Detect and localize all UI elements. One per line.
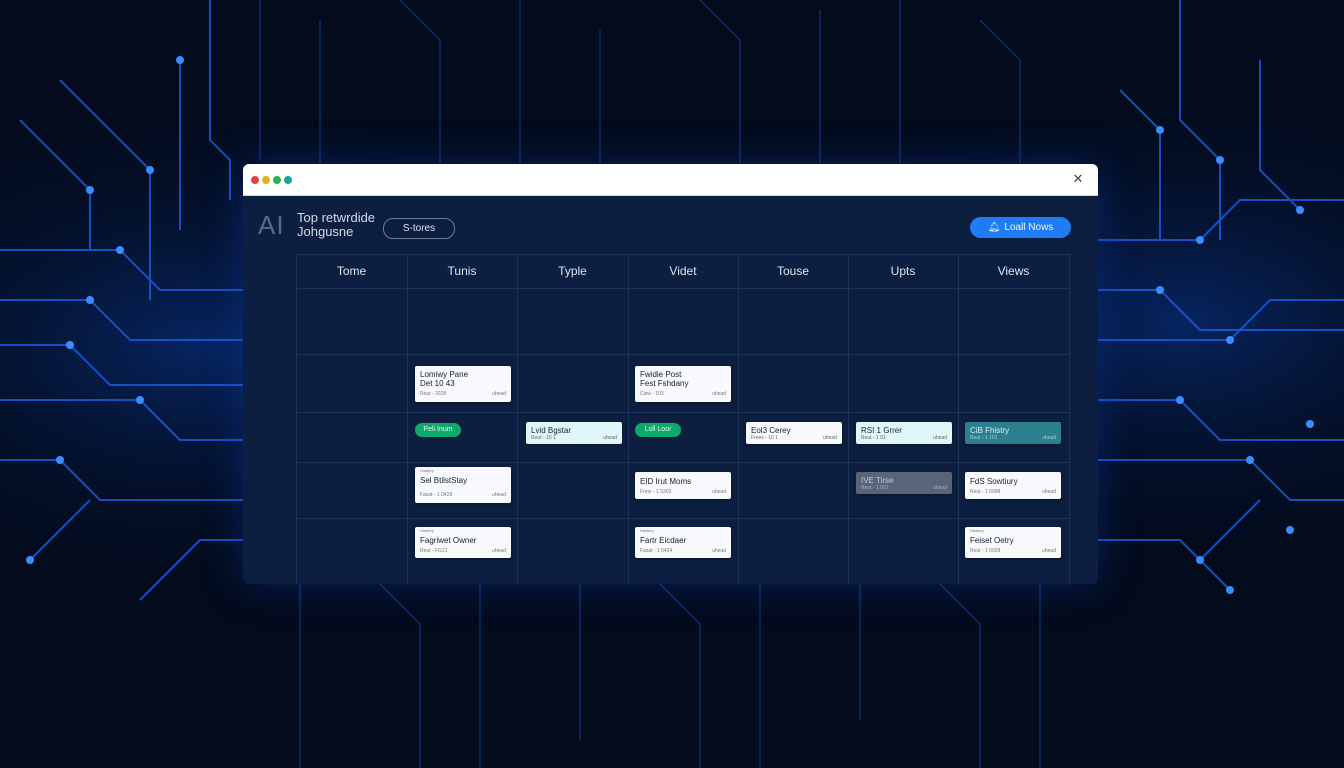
column-header-videt[interactable]: Videt (628, 254, 738, 288)
bell-icon: 🔔︎ (987, 222, 1001, 233)
chip-meta: Frees - 10 1 (751, 435, 778, 441)
schedule-grid: Tome Tunis Typle Videt Touse Upts Views … (243, 254, 1098, 584)
card-subtitle: Fest Fshdany (640, 379, 689, 388)
card-meta: Fasat - 1 0428 (420, 492, 453, 498)
card-meta: Reut - FG21 (420, 548, 448, 554)
event-card[interactable]: Fwidie Post Fest Fshdany Cisw - 103 uhea… (635, 366, 731, 402)
card-meta-right: uhead (492, 492, 506, 498)
page-title-line1: Top retwrdide (297, 210, 376, 225)
grid-divider (296, 288, 1070, 289)
chip-meta-right: uhead (933, 435, 947, 441)
app-window: ✕ AI Top retwrdide Johgusne S-tores 🔔︎ Lo… (243, 164, 1098, 584)
grid-divider (1069, 254, 1070, 584)
event-card[interactable]: Hastery Feiset Oetry Reut - 1 6028 uhead (965, 527, 1061, 558)
card-meta: Reut - 2028 (420, 391, 447, 397)
chip-title: RSI 1 Grrer (861, 426, 902, 435)
grid-divider (296, 462, 1070, 463)
column-header-typle[interactable]: Typle (517, 254, 628, 288)
card-tag: Hastery (970, 528, 984, 533)
card-meta: Fresr - 1 5303 (640, 489, 672, 495)
card-title: Lomiwy Pane (420, 370, 469, 379)
event-card[interactable]: Lomiwy Pane Det 10 43 Reut - 2028 uhead (415, 366, 511, 402)
chip-title: CiB Fhistry (970, 426, 1010, 435)
grid-divider (848, 254, 849, 584)
chip-meta-right: uhead (603, 435, 617, 441)
window-dot-red[interactable] (251, 176, 259, 184)
chip-meta: Reut - 1 01 (861, 435, 886, 441)
grid-divider (628, 254, 629, 584)
logo: AI (258, 210, 285, 240)
chip-title: Lvid Bgstar (531, 426, 572, 435)
card-tag: Hastery (420, 528, 434, 533)
card-meta-right: uhead (712, 391, 726, 397)
chip-meta: Reut - 1 101 (970, 435, 998, 441)
window-dot-yellow[interactable] (262, 176, 270, 184)
title-bar: ✕ (243, 164, 1098, 196)
card-meta-right: uhead (1042, 548, 1056, 554)
event-chip[interactable]: Lvid Bgstar Reut - 10 1 uhead (526, 422, 622, 444)
card-meta: Reut - 1 6098 (970, 489, 1001, 495)
chip-meta-right: uhead (823, 435, 837, 441)
card-meta-right: uhead (1042, 489, 1056, 495)
event-card[interactable]: FdS Sowtiury Reut - 1 6098 uhead (965, 472, 1061, 499)
event-card[interactable]: Hastery Sel BtilstStay Fasat - 1 0428 uh… (415, 467, 511, 503)
card-tag: Hastery (640, 528, 654, 533)
window-dot-teal[interactable] (284, 176, 292, 184)
event-card[interactable]: EID Irut Moms Fresr - 1 5303 uhead (635, 472, 731, 499)
chip-meta-right: uhead (933, 485, 947, 491)
chip-title: IVE Tirse (861, 476, 894, 485)
status-pill[interactable]: Loll Loor (635, 423, 681, 437)
app-header: AI Top retwrdide Johgusne S-tores 🔔︎ Loal… (243, 196, 1098, 256)
status-pill[interactable]: Peli Inum (415, 423, 461, 437)
grid-divider (958, 254, 959, 584)
window-dot-green[interactable] (273, 176, 281, 184)
grid-divider (517, 254, 518, 584)
load-news-button[interactable]: 🔔︎ Loall Nows (970, 217, 1071, 238)
chip-meta: Reut - 1 001 (861, 485, 889, 491)
card-subtitle: Det 10 43 (420, 379, 455, 388)
card-meta: Fasat - 1 5434 (640, 548, 673, 554)
column-header-touse[interactable]: Touse (738, 254, 848, 288)
column-header-tome[interactable]: Tome (296, 254, 407, 288)
card-title: FdS Sowtiury (970, 477, 1018, 486)
card-meta: Cisw - 103 (640, 391, 664, 397)
card-title: Fartr Eicdaer (640, 536, 687, 545)
grid-divider (296, 412, 1070, 413)
card-title: Fagriwet Owner (420, 536, 477, 545)
stores-badge[interactable]: S-tores (383, 218, 455, 239)
column-header-tunis[interactable]: Tunis (407, 254, 517, 288)
card-meta-right: uhead (492, 391, 506, 397)
event-chip[interactable]: IVE Tirse Reut - 1 001 uhead (856, 472, 952, 494)
grid-divider (296, 354, 1070, 355)
event-chip[interactable]: RSI 1 Grrer Reut - 1 01 uhead (856, 422, 952, 444)
page-title: Top retwrdide Johgusne (297, 211, 375, 239)
chip-meta-right: uhead (1042, 435, 1056, 441)
grid-divider (296, 254, 297, 584)
card-meta-right: uhead (492, 548, 506, 554)
close-icon[interactable]: ✕ (1070, 171, 1086, 187)
card-title: EID Irut Moms (640, 477, 692, 486)
chip-meta: Reut - 10 1 (531, 435, 556, 441)
card-meta: Reut - 1 6028 (970, 548, 1001, 554)
grid-divider (738, 254, 739, 584)
card-meta-right: uhead (712, 548, 726, 554)
column-header-views[interactable]: Views (958, 254, 1069, 288)
event-card[interactable]: Hastery Fartr Eicdaer Fasat - 1 5434 uhe… (635, 527, 731, 558)
card-title: Sel BtilstStay (420, 476, 468, 485)
grid-divider (296, 518, 1070, 519)
card-tag: Hastery (420, 468, 434, 473)
page-title-line2: Johgusne (297, 224, 354, 239)
event-chip[interactable]: Eol3 Cerey Frees - 10 1 uhead (746, 422, 842, 444)
card-title: Feiset Oetry (970, 536, 1014, 545)
grid-divider (407, 254, 408, 584)
chip-title: Eol3 Cerey (751, 426, 791, 435)
column-header-upts[interactable]: Upts (848, 254, 958, 288)
load-news-label: Loall Nows (1004, 222, 1054, 233)
event-chip[interactable]: CiB Fhistry Reut - 1 101 uhead (965, 422, 1061, 444)
card-meta-right: uhead (712, 489, 726, 495)
event-card[interactable]: Hastery Fagriwet Owner Reut - FG21 uhead (415, 527, 511, 558)
card-title: Fwidie Post (640, 370, 682, 379)
